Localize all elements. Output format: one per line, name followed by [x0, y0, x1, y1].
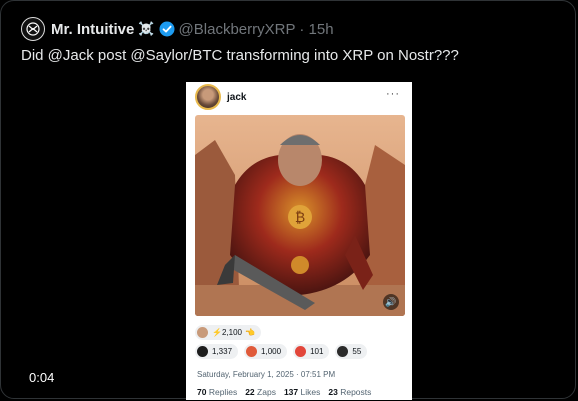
reaction-pill[interactable]: 1,000 — [244, 344, 288, 359]
replies-label: Replies — [208, 387, 238, 397]
zaps-count: 22 — [245, 387, 255, 397]
reaction-pill[interactable]: ⚡ 2,100 👈 — [195, 325, 261, 340]
reaction-pill[interactable]: 101 — [293, 344, 330, 359]
dark-orb-icon — [197, 346, 208, 357]
artwork-illustration: ₿ — [195, 115, 405, 316]
mute-toggle-icon[interactable]: 🔊 — [383, 294, 399, 310]
handle-and-time[interactable]: @BlackberryXRP · 15h — [179, 21, 334, 38]
display-name[interactable]: Mr. Intuitive — [51, 21, 134, 38]
reposts-count: 23 — [328, 387, 338, 397]
skull-flag-emoji: ☠️ — [138, 21, 155, 36]
tweet-card[interactable]: Mr. Intuitive ☠️ @BlackberryXRP · 15h Di… — [0, 0, 576, 400]
armored-figure-image: ₿ 🔊 — [195, 115, 405, 316]
post-timestamp: Saturday, February 1, 2025 · 07:51 PM — [197, 370, 336, 379]
reaction-row-primary: ⚡ 2,100 👈 — [195, 325, 267, 340]
reposts-label: Reposts — [340, 387, 372, 397]
verified-badge-icon[interactable] — [159, 21, 175, 37]
post-author-avatar — [195, 84, 221, 110]
replies-stat[interactable]: 70 Replies — [197, 387, 237, 397]
post-header: jack ··· — [186, 82, 412, 112]
svg-text:₿: ₿ — [295, 209, 305, 225]
gift-icon — [295, 346, 307, 357]
reaction-pill[interactable]: 1,337 — [195, 344, 239, 359]
video-player[interactable]: jack ··· ₿ 🔊 ⚡ 2,100 👈 1,337 1,000 101 5… — [11, 79, 567, 400]
reaction-row-secondary: 1,337 1,000 101 55 — [195, 344, 373, 359]
embedded-nostr-post: jack ··· ₿ 🔊 ⚡ 2,100 👈 1,337 1,000 101 5… — [186, 82, 412, 400]
likes-count: 137 — [283, 387, 299, 397]
zaps-stat[interactable]: 22 Zaps — [245, 387, 276, 397]
video-duration: 0:04 — [29, 370, 55, 385]
reactor-avatar-icon — [197, 327, 208, 338]
reaction-pill[interactable]: 55 — [335, 344, 368, 359]
reposts-stat[interactable]: 23 Reposts — [328, 387, 371, 397]
more-options-icon: ··· — [386, 88, 400, 100]
user-avatar[interactable] — [21, 17, 45, 41]
replies-count: 70 — [197, 387, 207, 397]
xrp-logo-icon — [26, 22, 40, 36]
post-author-name: jack — [227, 91, 247, 103]
moon-icon — [337, 346, 349, 357]
likes-stat[interactable]: 137 Likes — [284, 387, 320, 397]
fire-icon — [246, 346, 258, 357]
reaction-count: 1,337 — [212, 347, 233, 356]
tweet-text: Did @Jack post @Saylor/BTC transforming … — [21, 47, 459, 64]
lightning-icon: ⚡ — [212, 328, 222, 337]
tweet-header: Mr. Intuitive ☠️ @BlackberryXRP · 15h — [21, 17, 334, 41]
reaction-count: 1,000 — [261, 347, 282, 356]
reaction-count: 2,100 — [221, 328, 242, 337]
reaction-count: 55 — [352, 347, 362, 356]
post-stats: 70 Replies 22 Zaps 137 Likes 23 Reposts — [197, 387, 379, 397]
reaction-count: 101 — [310, 347, 324, 356]
likes-label: Likes — [300, 387, 321, 397]
zaps-label: Zaps — [257, 387, 276, 397]
pointing-hand-icon: 👈 — [245, 328, 255, 337]
